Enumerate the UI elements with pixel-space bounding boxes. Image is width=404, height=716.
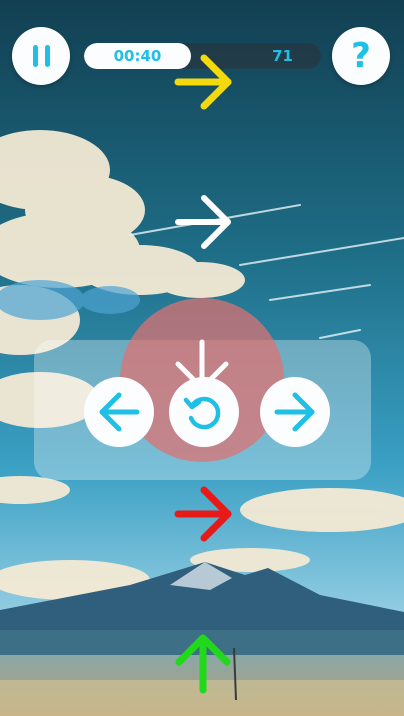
help-icon: ?: [351, 36, 371, 76]
pause-bar-left: [32, 45, 38, 67]
rotate-icon: [183, 396, 221, 430]
help-button[interactable]: ?: [332, 27, 390, 85]
move-right-button[interactable]: [260, 377, 330, 447]
falling-arrow-white-right-icon: [175, 195, 231, 249]
pause-bar-right: [44, 45, 50, 67]
arrow-left-icon: [99, 392, 140, 432]
falling-arrow-green-up-icon: [175, 634, 231, 694]
game-screen: 00:40 71 ?: [0, 0, 404, 716]
rotate-button[interactable]: [169, 377, 239, 447]
move-left-button[interactable]: [84, 377, 154, 447]
falling-arrow-red-right-icon: [174, 486, 232, 542]
score-label: 71: [272, 47, 293, 65]
pause-button[interactable]: [12, 27, 70, 85]
falling-arrow-yellow-right-icon: [174, 54, 232, 110]
pause-icon: [32, 45, 50, 67]
arrow-right-icon: [274, 392, 315, 432]
